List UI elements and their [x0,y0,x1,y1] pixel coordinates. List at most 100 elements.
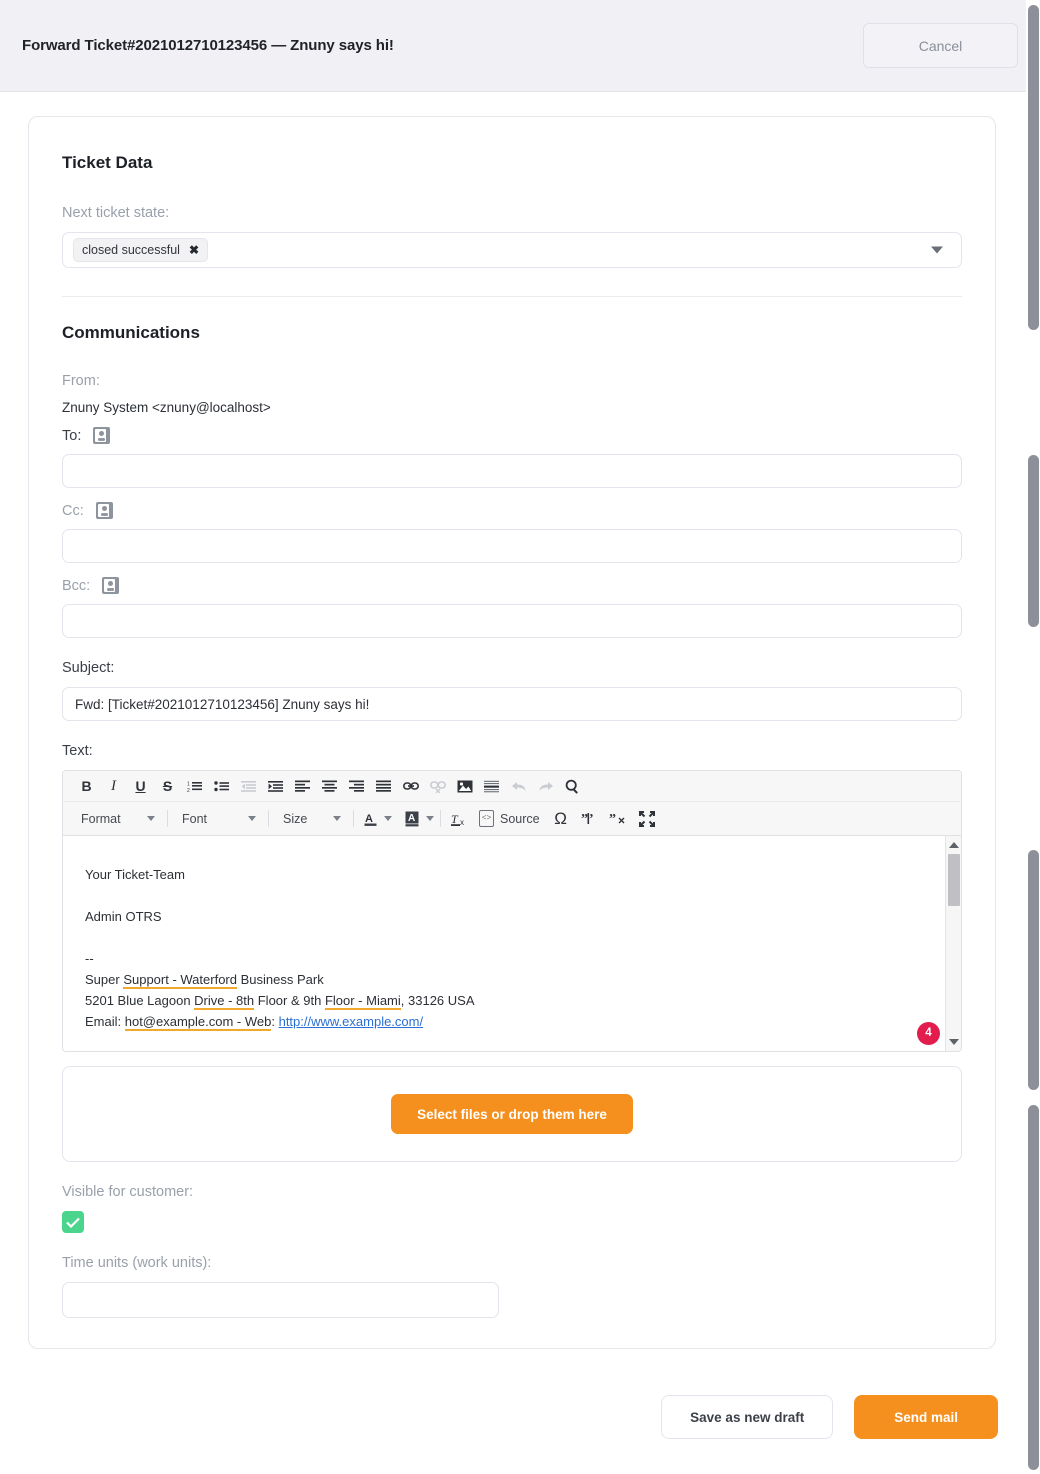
save-as-new-draft-button[interactable]: Save as new draft [661,1395,833,1439]
undo-icon[interactable] [505,774,532,799]
maximize-icon[interactable] [632,806,662,831]
subject-input[interactable] [62,687,962,721]
rich-text-editor: B I U S 12 [62,770,962,1052]
editor-scrollbar[interactable] [945,836,961,1051]
example-link[interactable]: http://www.example.com/ [279,1014,424,1029]
bold-icon[interactable]: B [73,774,100,799]
toolbar-separator [167,810,168,827]
chevron-down-icon[interactable] [931,247,943,254]
select-files-button[interactable]: Select files or drop them here [391,1094,633,1134]
time-units-input[interactable] [62,1282,499,1318]
unlink-icon[interactable] [424,774,451,799]
source-icon: <> [479,810,494,827]
cancel-button[interactable]: Cancel [863,23,1018,68]
status-badge: 4 [917,1022,940,1045]
spellcheck-fragment: hot@example.com - Web [125,1014,272,1031]
send-mail-button[interactable]: Send mail [854,1395,998,1439]
underline-icon[interactable]: U [127,774,154,799]
page-scrollbar-thumb[interactable] [1028,1105,1039,1470]
source-button[interactable]: <> Source [473,807,546,831]
justify-icon[interactable] [370,774,397,799]
text-fragment: Business Park [237,972,324,987]
scroll-up-icon[interactable] [949,842,959,848]
align-left-icon[interactable] [289,774,316,799]
check-icon [66,1217,80,1228]
indent-icon[interactable] [262,774,289,799]
address-book-icon[interactable] [96,502,113,519]
page-scrollbar[interactable] [1026,0,1040,1474]
special-character-icon[interactable]: Ω [546,806,576,831]
editor-line-4: Super Support - Waterford Business Park [85,969,961,990]
attachment-dropzone[interactable]: Select files or drop them here [62,1066,962,1162]
ticket-data-heading: Ticket Data [62,153,962,173]
bcc-input[interactable] [62,604,962,638]
chevron-down-icon [248,816,256,821]
quote-left-icon[interactable]: ”’ [576,806,604,831]
page-scrollbar-thumb[interactable] [1028,850,1039,1090]
remove-state-icon[interactable]: ✖ [189,244,199,256]
editor-line-1: Your Ticket-Team [85,864,961,885]
page-scrollbar-thumb[interactable] [1028,5,1039,330]
cc-input[interactable] [62,529,962,563]
to-input[interactable] [62,454,962,488]
outdent-icon[interactable] [235,774,262,799]
svg-text:x: x [460,818,464,827]
editor-content-area[interactable]: Your Ticket-Team Admin OTRS -- Super Sup… [63,836,961,1051]
next-ticket-state-label: Next ticket state: [62,205,962,221]
visible-for-customer-label: Visible for customer: [62,1184,962,1200]
format-label: Format [81,812,121,826]
italic-icon[interactable]: I [100,774,127,799]
strikethrough-icon[interactable]: S [154,774,181,799]
cc-label: Cc: [62,503,84,519]
text-fragment: 5201 Blue Lagoon [85,993,194,1008]
numbered-list-icon[interactable]: 12 [181,774,208,799]
to-label: To: [62,428,81,444]
address-book-icon[interactable] [93,427,110,444]
chevron-down-icon[interactable] [426,816,434,821]
horizontal-rule-icon[interactable] [478,774,505,799]
text-fragment: Email: [85,1014,125,1029]
editor-line-3: -- [85,948,961,969]
chevron-down-icon [147,816,155,821]
spellcheck-fragment: Drive - 8th [194,993,254,1010]
editor-scrollbar-thumb[interactable] [948,854,960,906]
visible-for-customer-checkbox[interactable] [62,1211,84,1233]
remove-format-icon[interactable]: Tx [447,806,473,831]
bcc-row: Bcc: [62,577,962,594]
toolbar-separator [268,810,269,827]
chevron-down-icon [333,816,341,821]
align-center-icon[interactable] [316,774,343,799]
to-row: To: [62,427,962,444]
text-color-icon[interactable]: A [360,806,382,831]
bcc-label: Bcc: [62,578,90,594]
size-dropdown[interactable]: Size [275,807,347,831]
communications-heading: Communications [62,323,962,343]
svg-text:”: ” [609,812,616,826]
format-dropdown[interactable]: Format [73,807,161,831]
text-fragment: , 33126 USA [401,993,475,1008]
selected-state-label: closed successful [82,243,180,257]
form-footer: Save as new draft Send mail [0,1395,1033,1439]
scroll-down-icon[interactable] [949,1039,959,1045]
dialog-header: Forward Ticket#2021012710123456 — Znuny … [0,0,1040,92]
form-card: Ticket Data Next ticket state: closed su… [28,116,996,1349]
page-scrollbar-thumb[interactable] [1028,455,1039,627]
editor-line-6: Email: hot@example.com - Web: http://www… [85,1011,961,1032]
selected-state-tag[interactable]: closed successful ✖ [73,238,208,262]
bulleted-list-icon[interactable] [208,774,235,799]
text-fragment: Floor & 9th [254,993,325,1008]
text-fragment: Super [85,972,123,987]
next-ticket-state-select[interactable]: closed successful ✖ [62,232,962,268]
section-divider [62,296,962,297]
find-icon[interactable] [559,774,586,799]
chevron-down-icon[interactable] [384,816,392,821]
redo-icon[interactable] [532,774,559,799]
address-book-icon[interactable] [102,577,119,594]
align-right-icon[interactable] [343,774,370,799]
link-icon[interactable] [397,774,424,799]
background-color-icon[interactable]: A [400,806,424,831]
font-dropdown[interactable]: Font [174,807,262,831]
image-icon[interactable] [451,774,478,799]
toolbar-separator [353,810,354,827]
quote-right-icon[interactable]: ” [604,806,632,831]
